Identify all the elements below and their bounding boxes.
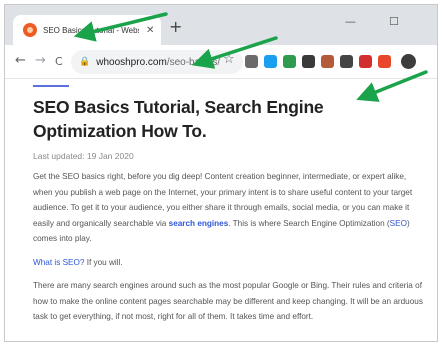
- intro-paragraph: Get the SEO basics right, before you dig…: [33, 169, 425, 247]
- browser-tab[interactable]: SEO Basics Tutorial - Website Se ✕: [13, 15, 161, 45]
- what-is-seo-link[interactable]: What is SEO?: [33, 258, 84, 267]
- lock-icon: 🔒: [79, 57, 91, 67]
- title-accent-line: [33, 85, 69, 87]
- profile-avatar[interactable]: [401, 54, 416, 69]
- wordpress-icon[interactable]: [340, 55, 353, 68]
- address-url[interactable]: whooshpro.com/seo-basics/: [96, 57, 220, 68]
- url-path: /seo-basics/: [166, 56, 221, 68]
- reload-button[interactable]: C: [55, 55, 63, 69]
- browser-toolbar: ← → C 🔒 whooshpro.com/seo-basics/ ☆: [5, 45, 437, 79]
- browser-window: SEO Basics Tutorial - Website Se ✕ + — ☐…: [4, 4, 438, 342]
- tab-title: SEO Basics Tutorial - Website Se: [43, 25, 139, 35]
- article-content: SEO Basics Tutorial, Search Engine Optim…: [33, 85, 425, 325]
- tag-icon[interactable]: [283, 55, 296, 68]
- intro-text-mid: . This is where Search Engine Optimizati…: [228, 218, 390, 228]
- search-engines-link[interactable]: search engines: [169, 219, 229, 228]
- seo-link[interactable]: SEO: [390, 219, 407, 228]
- bug-icon[interactable]: [302, 55, 315, 68]
- minimize-button[interactable]: —: [345, 15, 356, 28]
- scribd-icon[interactable]: [378, 55, 391, 68]
- last-updated-date: Last updated: 19 Jan 2020: [33, 151, 134, 161]
- skype-icon[interactable]: [264, 55, 277, 68]
- forward-button[interactable]: →: [35, 54, 46, 68]
- image-icon[interactable]: [321, 55, 334, 68]
- tab-strip: SEO Basics Tutorial - Website Se ✕ + — ☐: [5, 5, 437, 45]
- new-tab-button[interactable]: +: [169, 19, 182, 35]
- article-title: SEO Basics Tutorial, Search Engine Optim…: [33, 97, 324, 141]
- address-bar[interactable]: 🔒 whooshpro.com/seo-basics/: [71, 50, 243, 74]
- url-domain: whooshpro.com: [96, 56, 167, 68]
- what-is-seo-paragraph: What is SEO? If you will.: [33, 255, 425, 271]
- tab-close-icon[interactable]: ✕: [145, 25, 155, 36]
- search-engines-paragraph: There are many search engines around suc…: [33, 281, 423, 321]
- video-icon[interactable]: [359, 55, 372, 68]
- back-button[interactable]: ←: [15, 54, 26, 68]
- camera-icon[interactable]: [245, 55, 258, 68]
- maximize-button[interactable]: ☐: [389, 15, 399, 28]
- site-favicon-icon: [23, 23, 37, 37]
- bookmark-star-icon[interactable]: ☆: [223, 53, 235, 67]
- what-is-seo-text: If you will.: [84, 257, 123, 267]
